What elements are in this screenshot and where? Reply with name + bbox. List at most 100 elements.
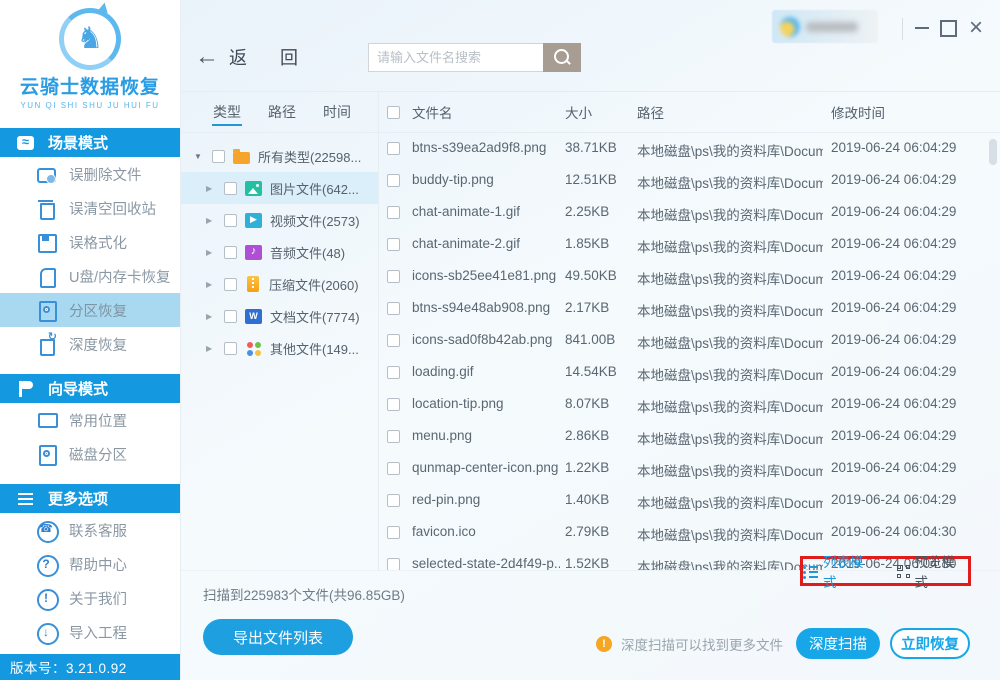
sidebar-nav-row[interactable]: 误格式化 bbox=[0, 225, 180, 259]
table-body: btns-s39ea2ad9f8.png 38.71KB 本地磁盘\ps\我的资… bbox=[379, 133, 1000, 570]
table-row[interactable]: favicon.ico 2.79KB 本地磁盘\ps\我的资料库\Docume.… bbox=[379, 517, 1000, 549]
cell-size: 1.22KB bbox=[565, 460, 610, 475]
sidebar-nav-row[interactable]: 向导模式 bbox=[0, 374, 180, 403]
tree-row[interactable]: 图片文件(642... bbox=[181, 172, 378, 204]
row-checkbox[interactable] bbox=[387, 430, 400, 443]
sidebar: 云骑士数据恢复 YUN QI SHI SHU JU HUI FU 场景模式 误删… bbox=[0, 0, 181, 680]
tree-row[interactable]: 文档文件(7774) bbox=[181, 300, 378, 332]
file-type-icon bbox=[245, 180, 262, 196]
table-row[interactable]: btns-s94e48ab908.png 2.17KB 本地磁盘\ps\我的资料… bbox=[379, 293, 1000, 325]
sidebar-nav-row[interactable]: 导入工程 bbox=[0, 615, 180, 649]
expander-icon[interactable] bbox=[206, 216, 216, 225]
tree-checkbox[interactable] bbox=[224, 277, 237, 291]
sidebar-item-label: 更多选项 bbox=[48, 491, 109, 508]
tree-tab[interactable]: 路径 bbox=[268, 92, 296, 132]
tree-checkbox[interactable] bbox=[224, 213, 237, 227]
table-row[interactable]: buddy-tip.png 12.51KB 本地磁盘\ps\我的资料库\Docu… bbox=[379, 165, 1000, 197]
expander-icon[interactable] bbox=[206, 248, 216, 257]
expander-icon[interactable] bbox=[206, 184, 216, 193]
sidebar-nav-row[interactable]: 分区恢复 bbox=[0, 293, 180, 327]
minimize-button[interactable] bbox=[910, 16, 934, 40]
close-button[interactable] bbox=[964, 16, 988, 40]
tree-row[interactable]: 压缩文件(2060) bbox=[181, 268, 378, 300]
sidebar-nav-row[interactable]: U盘/内存卡恢复 bbox=[0, 259, 180, 293]
sidebar-nav-row[interactable]: 深度恢复 bbox=[0, 327, 180, 361]
sidebar-nav-row[interactable]: 磁盘分区 bbox=[0, 437, 180, 471]
brand-title: 云骑士数据恢复 bbox=[19, 77, 160, 98]
sidebar-nav: 场景模式 误删除文件 误清空回收站 误格式化 bbox=[0, 115, 180, 654]
row-checkbox[interactable] bbox=[387, 462, 400, 475]
row-checkbox[interactable] bbox=[387, 142, 400, 155]
cell-size: 2.25KB bbox=[565, 204, 610, 219]
row-checkbox[interactable] bbox=[387, 558, 400, 570]
expander-icon[interactable] bbox=[206, 312, 216, 321]
table-row[interactable]: loading.gif 14.54KB 本地磁盘\ps\我的资料库\Docume… bbox=[379, 357, 1000, 389]
sidebar-nav-row[interactable]: 误删除文件 bbox=[0, 157, 180, 191]
row-checkbox[interactable] bbox=[387, 398, 400, 411]
cell-size: 12.51KB bbox=[565, 172, 617, 187]
cell-time: 2019-06-24 06:04:29 bbox=[831, 140, 957, 155]
export-file-list-button[interactable]: 导出文件列表 bbox=[203, 619, 353, 655]
row-checkbox[interactable] bbox=[387, 206, 400, 219]
sidebar-nav-row[interactable]: 更多选项 bbox=[0, 484, 180, 513]
scrollbar-thumb[interactable] bbox=[989, 139, 997, 165]
tree-checkbox[interactable] bbox=[224, 341, 237, 355]
row-checkbox[interactable] bbox=[387, 174, 400, 187]
tree-tab[interactable]: 类型 bbox=[212, 92, 242, 132]
version-label: 版本号：3.21.0.92 bbox=[0, 654, 180, 680]
preview-mode-button[interactable]: 预览模式 bbox=[896, 551, 969, 591]
tree-checkbox[interactable] bbox=[224, 245, 237, 259]
deep-scan-button[interactable]: 深度扫描 bbox=[796, 628, 880, 659]
cell-filename: location-tip.png bbox=[412, 396, 504, 411]
sidebar-nav-row[interactable]: 常用位置 bbox=[0, 403, 180, 437]
table-row[interactable]: qunmap-center-icon.png 1.22KB 本地磁盘\ps\我的… bbox=[379, 453, 1000, 485]
tree-row[interactable]: 音频文件(48) bbox=[181, 236, 378, 268]
row-checkbox[interactable] bbox=[387, 526, 400, 539]
select-all-checkbox[interactable] bbox=[387, 105, 400, 119]
list-mode-button[interactable]: 列表模式 bbox=[803, 551, 877, 591]
preview-mode-label: 预览模式 bbox=[914, 555, 956, 590]
tree-row[interactable]: 其他文件(149... bbox=[181, 332, 378, 364]
tree-checkbox[interactable] bbox=[224, 309, 237, 323]
expander-icon[interactable] bbox=[194, 152, 204, 161]
table-row[interactable]: chat-animate-2.gif 1.85KB 本地磁盘\ps\我的资料库\… bbox=[379, 229, 1000, 261]
row-checkbox[interactable] bbox=[387, 366, 400, 379]
col-header-path: 路径 bbox=[637, 106, 664, 121]
row-checkbox[interactable] bbox=[387, 270, 400, 283]
tree-tab[interactable]: 时间 bbox=[323, 92, 351, 132]
row-checkbox[interactable] bbox=[387, 334, 400, 347]
row-checkbox[interactable] bbox=[387, 494, 400, 507]
table-row[interactable]: icons-sb25ee41e81.png 49.50KB 本地磁盘\ps\我的… bbox=[379, 261, 1000, 293]
recover-now-button[interactable]: 立即恢复 bbox=[890, 628, 970, 659]
avatar bbox=[780, 16, 800, 37]
sidebar-nav-row[interactable]: 误清空回收站 bbox=[0, 191, 180, 225]
maximize-button[interactable] bbox=[936, 16, 960, 40]
table-row[interactable]: menu.png 2.86KB 本地磁盘\ps\我的资料库\Docume... … bbox=[379, 421, 1000, 453]
table-row[interactable]: btns-s39ea2ad9f8.png 38.71KB 本地磁盘\ps\我的资… bbox=[379, 133, 1000, 165]
sidebar-item-label: 导入工程 bbox=[69, 625, 127, 642]
row-checkbox[interactable] bbox=[387, 302, 400, 315]
tree-checkbox[interactable] bbox=[224, 181, 237, 195]
deep-scan-hint: ! 深度扫描可以找到更多文件 bbox=[596, 634, 783, 654]
tree-checkbox[interactable] bbox=[212, 149, 225, 163]
file-type-icon bbox=[245, 341, 262, 356]
table-row[interactable]: icons-sad0f8b42ab.png 841.00B 本地磁盘\ps\我的… bbox=[379, 325, 1000, 357]
account-button-blurred[interactable] bbox=[772, 10, 878, 43]
sidebar-nav-row[interactable]: 场景模式 bbox=[0, 128, 180, 157]
expander-icon[interactable] bbox=[206, 280, 216, 289]
table-row[interactable]: red-pin.png 1.40KB 本地磁盘\ps\我的资料库\Docume.… bbox=[379, 485, 1000, 517]
tree-row[interactable]: 视频文件(2573) bbox=[181, 204, 378, 236]
footer-bar: 扫描到225983个文件(共96.85GB) 导出文件列表 ! 深度扫描可以找到… bbox=[181, 570, 1000, 680]
back-button[interactable]: ← 返 回 bbox=[195, 44, 312, 70]
table-row[interactable]: location-tip.png 8.07KB 本地磁盘\ps\我的资料库\Do… bbox=[379, 389, 1000, 421]
search-button[interactable] bbox=[543, 43, 581, 72]
sidebar-nav-row[interactable]: 联系客服 bbox=[0, 513, 180, 547]
search-input[interactable] bbox=[368, 43, 543, 72]
tree-row[interactable]: 所有类型(22598... bbox=[181, 140, 378, 172]
expander-icon[interactable] bbox=[206, 344, 216, 353]
row-checkbox[interactable] bbox=[387, 238, 400, 251]
col-header-size: 大小 bbox=[565, 106, 592, 121]
table-row[interactable]: chat-animate-1.gif 2.25KB 本地磁盘\ps\我的资料库\… bbox=[379, 197, 1000, 229]
sidebar-nav-row[interactable]: 关于我们 bbox=[0, 581, 180, 615]
sidebar-nav-row[interactable]: 帮助中心 bbox=[0, 547, 180, 581]
